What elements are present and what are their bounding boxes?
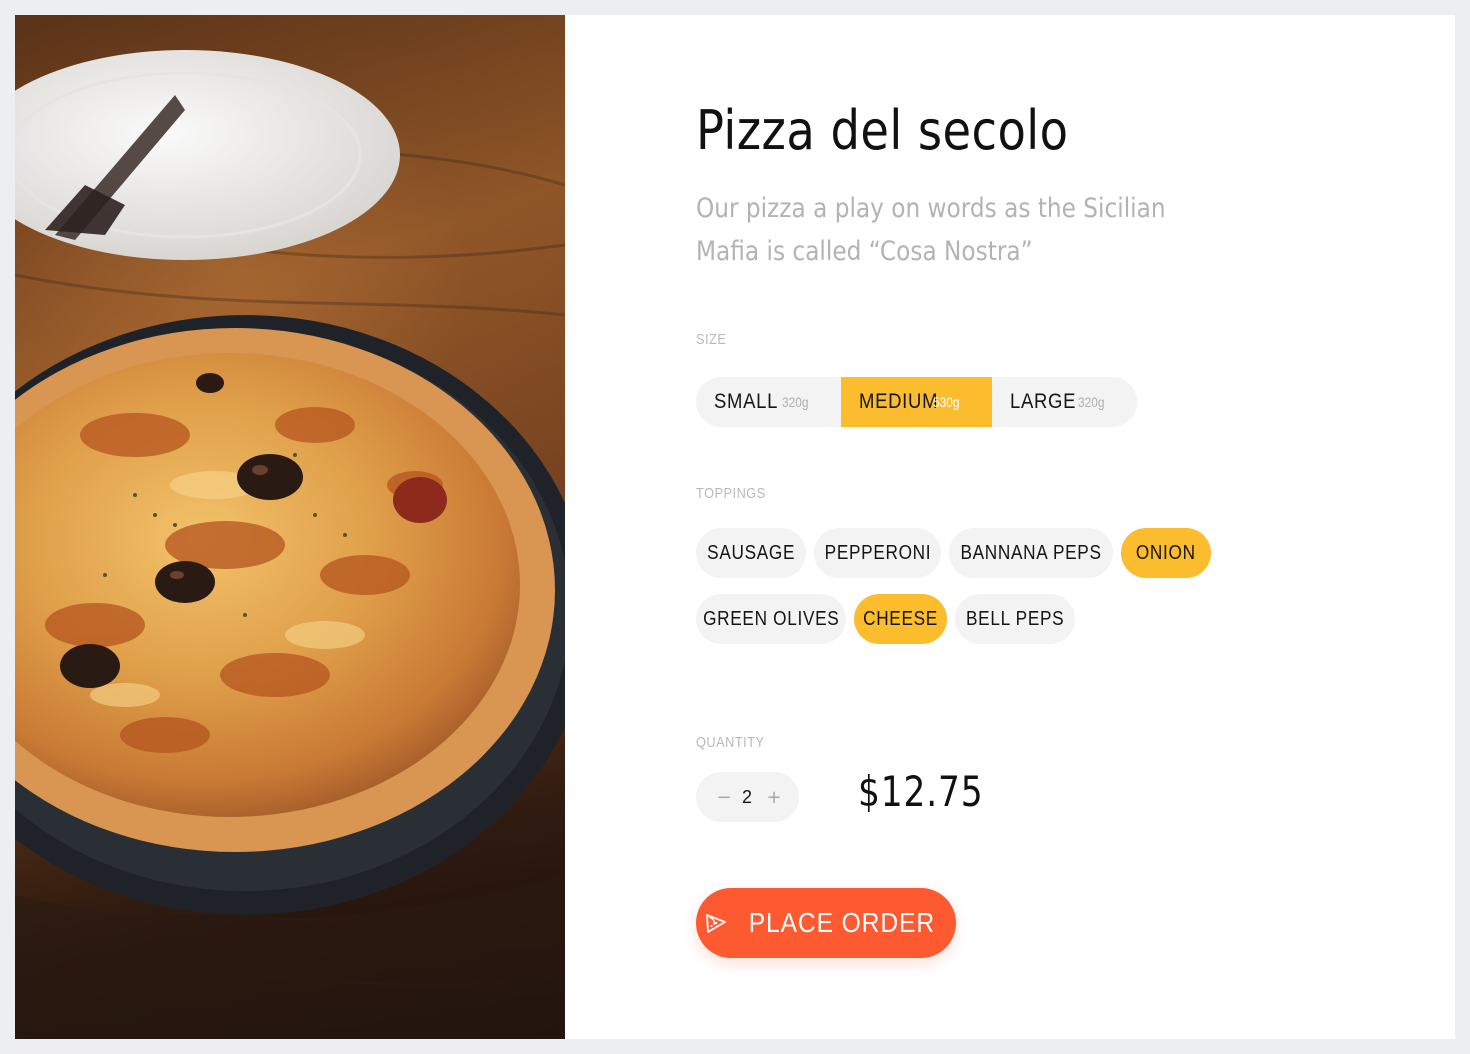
size-option-name: SMALL bbox=[714, 390, 779, 413]
product-title: Pizza del secolo bbox=[696, 99, 1069, 162]
pizza-illustration bbox=[15, 15, 565, 1039]
size-option-weight: 320g bbox=[782, 394, 809, 410]
size-option-weight: 320g bbox=[1078, 394, 1105, 410]
topping-chip-bannana-peps[interactable]: BANNANA PEPS bbox=[949, 528, 1113, 578]
topping-chip-label: ONION bbox=[1136, 541, 1196, 564]
size-selector: SMALL 320g MEDIUM 530g LARGE 320g bbox=[696, 377, 1137, 427]
size-option-name: MEDIUM bbox=[859, 390, 939, 413]
quantity-stepper: − + bbox=[696, 772, 799, 822]
size-option-weight: 530g bbox=[933, 394, 960, 410]
quantity-increment-button[interactable]: + bbox=[759, 772, 789, 822]
topping-chip-pepperoni[interactable]: PEPPERONI bbox=[814, 528, 941, 578]
topping-chip-sausage[interactable]: SAUSAGE bbox=[696, 528, 806, 578]
topping-chip-label: BELL PEPS bbox=[965, 607, 1065, 630]
topping-chip-green-olives[interactable]: GREEN OLIVES bbox=[696, 594, 846, 644]
pizza-slice-icon bbox=[706, 914, 727, 933]
pizza-photo bbox=[15, 15, 565, 1039]
size-option-large[interactable]: LARGE 320g bbox=[992, 377, 1137, 427]
size-option-name: LARGE bbox=[1010, 390, 1077, 413]
topping-chip-label: CHEESE bbox=[863, 607, 938, 630]
size-label: SIZE bbox=[696, 331, 727, 348]
quantity-input[interactable] bbox=[736, 772, 758, 822]
topping-chip-label: BANNANA PEPS bbox=[960, 541, 1102, 564]
place-order-label: PLACE ORDER bbox=[748, 907, 936, 938]
quantity-label: QUANTITY bbox=[696, 734, 765, 751]
product-details: Pizza del secolo Our pizza a play on wor… bbox=[696, 15, 1416, 1039]
topping-chip-label: GREEN OLIVES bbox=[702, 607, 840, 630]
topping-chip-bell-peps[interactable]: BELL PEPS bbox=[955, 594, 1075, 644]
size-option-small[interactable]: SMALL 320g bbox=[696, 377, 841, 427]
product-description: Our pizza a play on words as the Sicilia… bbox=[696, 193, 1166, 267]
topping-chip-label: PEPPERONI bbox=[824, 541, 931, 564]
toppings-label: TOPPINGS bbox=[696, 485, 766, 502]
quantity-decrement-button[interactable]: − bbox=[709, 772, 739, 822]
topping-chip-label: SAUSAGE bbox=[707, 541, 795, 564]
price-total: $12.75 bbox=[858, 767, 984, 816]
topping-chip-onion[interactable]: ONION bbox=[1121, 528, 1211, 578]
topping-chip-cheese[interactable]: CHEESE bbox=[854, 594, 947, 644]
product-card: Pizza del secolo Our pizza a play on wor… bbox=[15, 15, 1455, 1039]
size-option-medium[interactable]: MEDIUM 530g bbox=[841, 377, 992, 427]
place-order-button[interactable]: PLACE ORDER bbox=[696, 888, 956, 958]
